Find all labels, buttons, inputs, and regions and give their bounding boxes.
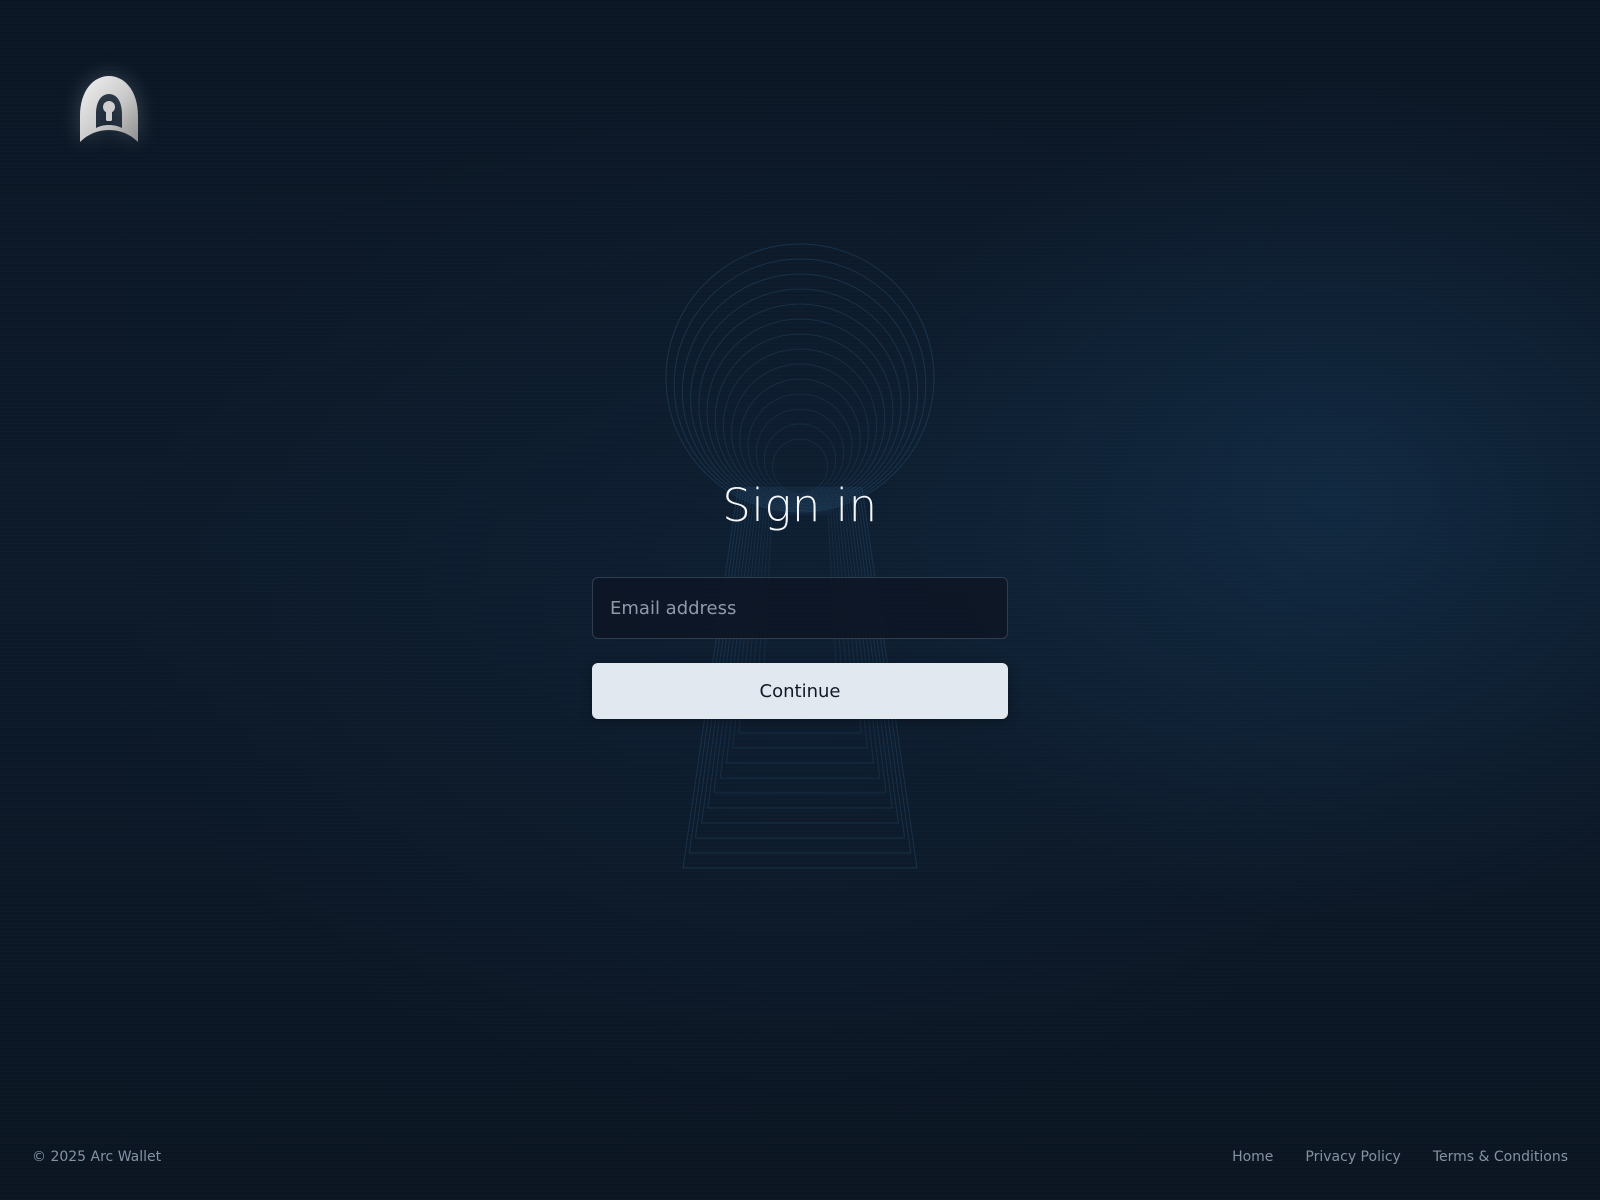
continue-button[interactable]: Continue [592,663,1008,719]
footer-link-terms[interactable]: Terms & Conditions [1433,1149,1568,1165]
app-logo-icon [76,72,142,146]
footer-nav: Home Privacy Policy Terms & Conditions [1232,1149,1568,1165]
footer-link-privacy-policy[interactable]: Privacy Policy [1305,1149,1400,1165]
footer-copyright: © 2025 Arc Wallet [32,1149,162,1165]
email-field[interactable] [592,577,1008,639]
page-title: Sign in [722,479,878,532]
footer-link-home[interactable]: Home [1232,1149,1273,1165]
